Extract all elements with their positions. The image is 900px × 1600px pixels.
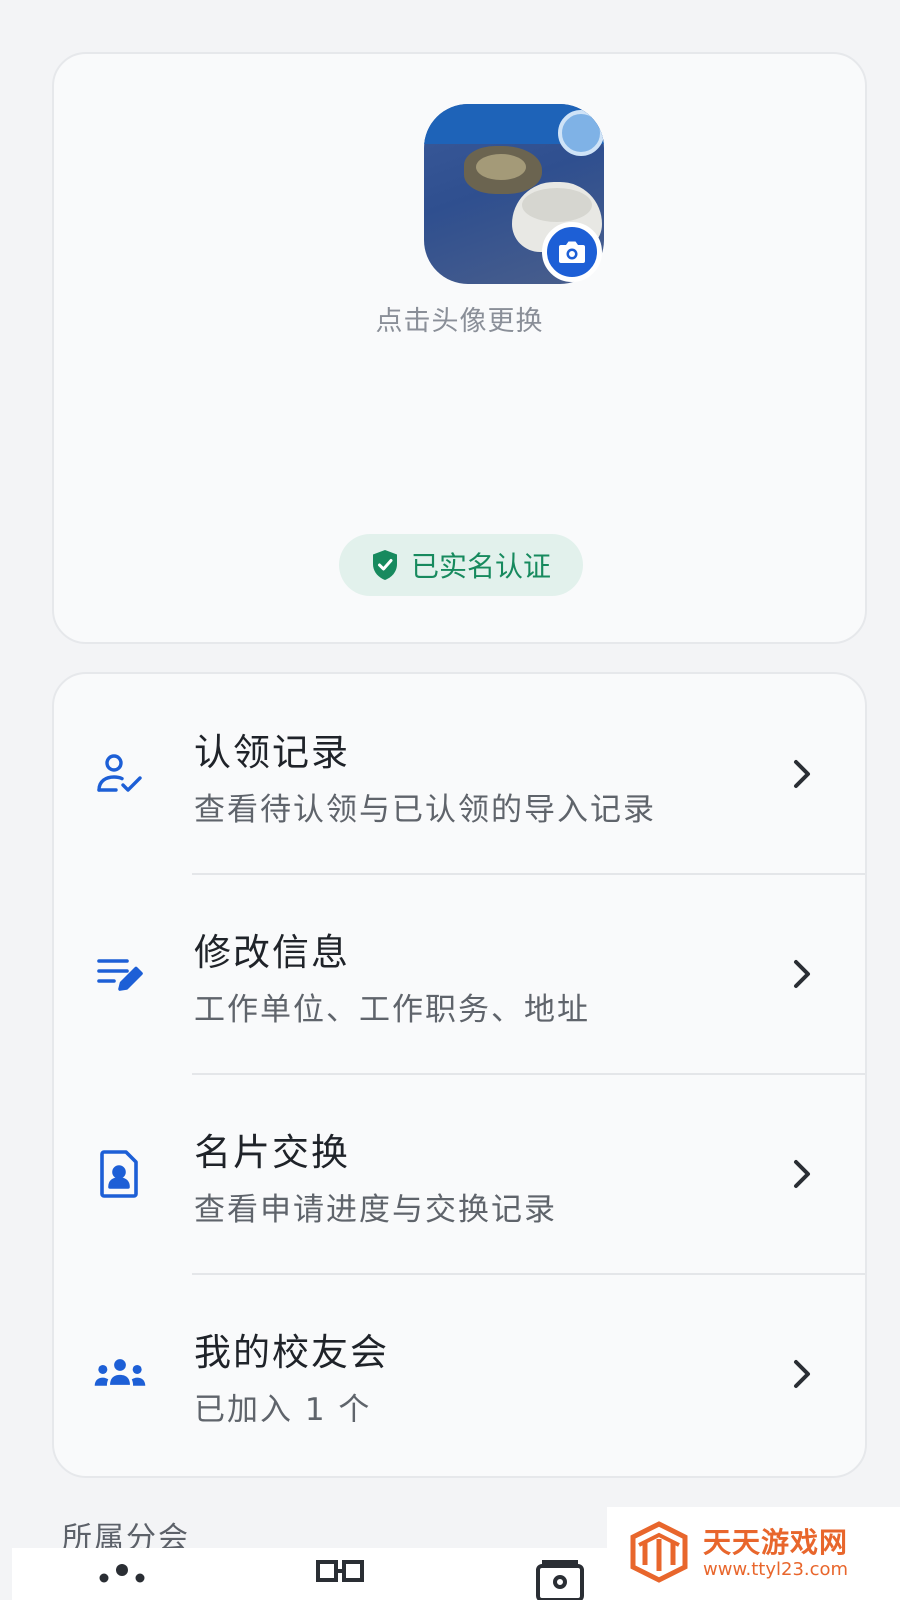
watermark: 天天游戏网 www.ttyl23.com xyxy=(607,1507,900,1600)
menu-card: 认领记录 查看待认领与已认领的导入记录 修改信息 工作单位、工作职务、地址 名片… xyxy=(52,672,867,1478)
change-avatar-hint: 点击头像更换 xyxy=(375,306,544,337)
watermark-url: www.ttyl23.com xyxy=(703,1559,849,1580)
chevron-right-icon xyxy=(794,1360,810,1388)
verified-badge: 已实名认证 xyxy=(339,534,583,596)
profile-card: 点击头像更换 已实名认证 xyxy=(52,52,867,644)
menu-item-subtitle: 已加入 1 个 xyxy=(194,1392,372,1428)
qr-code-icon[interactable] xyxy=(314,1558,366,1600)
menu-item-card-exchange[interactable]: 名片交换 查看申请进度与交换记录 xyxy=(54,1074,865,1275)
id-card-icon[interactable] xyxy=(534,1558,586,1600)
chevron-right-icon xyxy=(794,960,810,988)
camera-icon[interactable] xyxy=(542,222,602,282)
watermark-logo-icon xyxy=(630,1521,688,1583)
group-icon xyxy=(92,1346,148,1402)
watermark-name: 天天游戏网 xyxy=(703,1526,849,1559)
menu-item-title: 认领记录 xyxy=(194,731,350,774)
menu-item-edit-info[interactable]: 修改信息 工作单位、工作职务、地址 xyxy=(54,874,865,1075)
menu-item-title: 我的校友会 xyxy=(194,1331,389,1374)
avatar-button[interactable] xyxy=(424,104,604,284)
group-nav-icon[interactable] xyxy=(94,1558,150,1600)
menu-item-subtitle: 查看申请进度与交换记录 xyxy=(194,1192,557,1228)
menu-item-title: 修改信息 xyxy=(194,931,350,974)
menu-item-subtitle: 查看待认领与已认领的导入记录 xyxy=(194,792,656,828)
person-check-icon xyxy=(92,746,148,802)
menu-item-title: 名片交换 xyxy=(194,1131,350,1174)
shield-check-icon xyxy=(372,550,397,580)
menu-item-claim-records[interactable]: 认领记录 查看待认领与已认领的导入记录 xyxy=(54,674,865,875)
edit-list-icon xyxy=(92,946,148,1002)
verified-label: 已实名认证 xyxy=(410,550,551,583)
chevron-right-icon xyxy=(794,1160,810,1188)
contact-card-icon xyxy=(92,1146,148,1202)
chevron-right-icon xyxy=(794,760,810,788)
menu-item-subtitle: 工作单位、工作职务、地址 xyxy=(194,992,590,1028)
menu-item-alumni[interactable]: 我的校友会 已加入 1 个 xyxy=(54,1274,865,1474)
